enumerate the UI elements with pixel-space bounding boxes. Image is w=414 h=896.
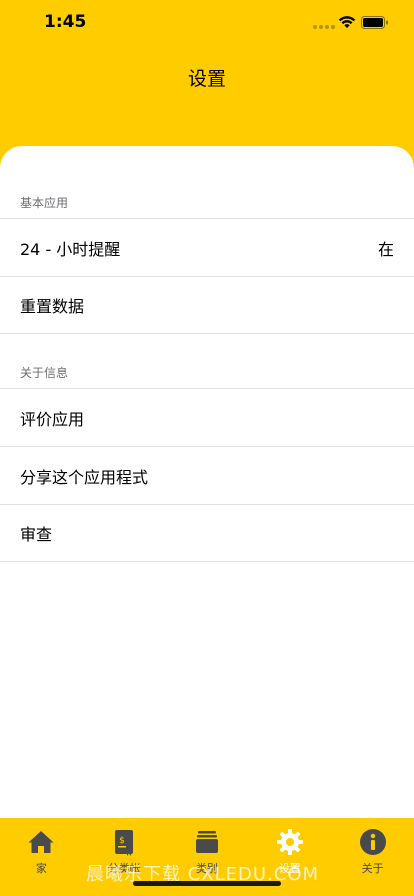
- section-header-basic: 基本应用: [0, 146, 414, 218]
- row-rate-app[interactable]: 评价应用: [0, 388, 414, 446]
- tab-label: 家: [35, 862, 47, 875]
- wifi-icon: [338, 16, 356, 28]
- row-review[interactable]: 审查: [0, 504, 414, 562]
- row-label: 重置数据: [20, 297, 85, 316]
- section-header-about: 关于信息: [0, 334, 414, 388]
- home-icon: [28, 831, 54, 853]
- row-share-app[interactable]: 分享这个应用程式: [0, 446, 414, 504]
- ledger-icon: $: [115, 830, 134, 856]
- tab-home[interactable]: 家: [0, 818, 83, 896]
- row-reset-data[interactable]: 重置数据: [0, 276, 414, 334]
- status-time: 1:45: [44, 12, 87, 32]
- settings-list: 基本应用 24 - 小时提醒 在 重置数据 关于信息 评价应用 分享这个应用程式…: [0, 146, 414, 818]
- svg-text:$: $: [119, 836, 125, 846]
- row-label: 评价应用: [20, 409, 85, 429]
- row-24-hour-reminder[interactable]: 24 - 小时提醒 在: [0, 218, 414, 276]
- page-title: 设置: [187, 68, 226, 90]
- home-indicator[interactable]: [133, 881, 281, 886]
- cellular-signal-icon: [313, 25, 335, 29]
- section-header-label: 关于信息: [20, 366, 69, 380]
- row-value: 在: [377, 239, 394, 259]
- gear-icon: [276, 829, 303, 855]
- tab-label: 关于: [361, 862, 384, 875]
- categories-icon: [195, 831, 218, 853]
- row-label: 24 - 小时提醒: [20, 239, 121, 259]
- row-label: 审查: [20, 525, 53, 544]
- status-bar: 1:45: [0, 0, 414, 48]
- info-icon: [359, 829, 386, 855]
- battery-icon: [361, 16, 388, 29]
- tab-about[interactable]: 关于: [331, 818, 414, 896]
- section-header-label: 基本应用: [20, 196, 69, 210]
- row-label: 分享这个应用程式: [20, 467, 149, 487]
